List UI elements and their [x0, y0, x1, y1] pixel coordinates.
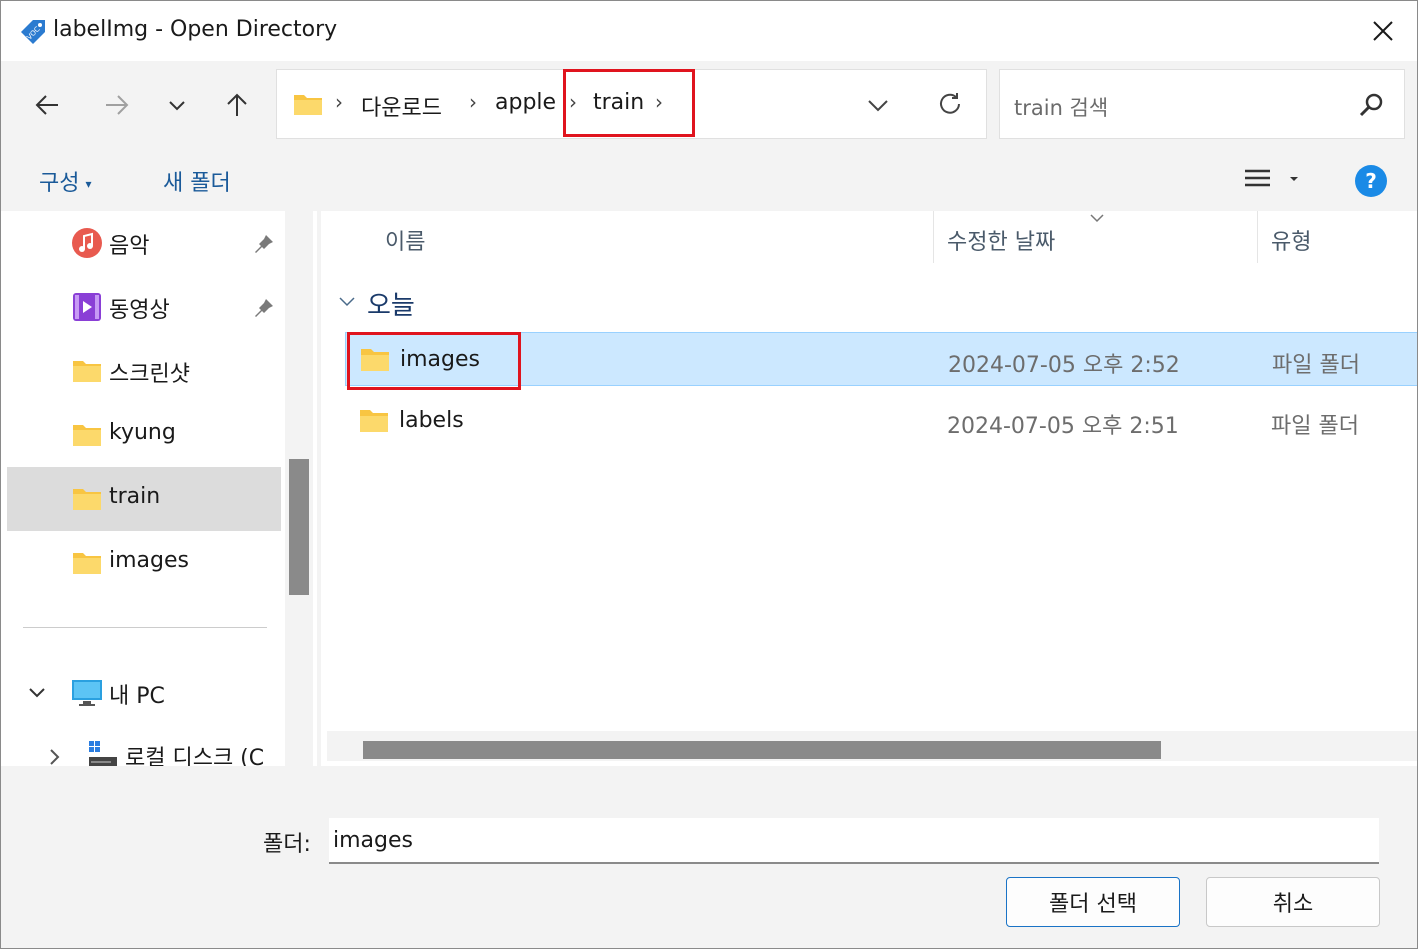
- close-button[interactable]: [1353, 11, 1413, 51]
- annotation-highlight-images: [347, 332, 521, 390]
- help-icon[interactable]: ?: [1355, 165, 1387, 197]
- sidebar-item-music[interactable]: 음악: [7, 211, 281, 275]
- refresh-icon[interactable]: [937, 91, 963, 117]
- sidebar-item-label: 로컬 디스크 (C: [125, 746, 265, 766]
- sidebar-item-videos[interactable]: 동영상: [7, 275, 281, 339]
- window-title: labelImg - Open Directory: [53, 17, 338, 42]
- chevron-down-icon[interactable]: [27, 685, 47, 701]
- arrow-right-icon: [106, 95, 129, 115]
- video-icon: [73, 293, 101, 321]
- list-item-labels[interactable]: labels 2024-07-05 오후 2:51 파일 폴더: [345, 394, 1417, 448]
- file-name: labels: [399, 408, 464, 433]
- horizontal-scrollbar[interactable]: [327, 731, 1417, 761]
- list-view-icon: [1245, 169, 1298, 187]
- monitor-icon: [72, 680, 102, 706]
- new-folder-button[interactable]: 새 폴더: [163, 165, 231, 197]
- annotation-highlight-breadcrumb: [563, 69, 695, 137]
- forward-button[interactable]: [95, 85, 139, 125]
- sidebar-item-label: train: [109, 484, 161, 509]
- sidebar-divider: [23, 627, 267, 628]
- dropdown-arrow-icon: ▾: [85, 177, 92, 191]
- navigation-pane: 음악 동영상 스크린샷 kyung train images 내 PC 로컬 디…: [1, 211, 317, 766]
- file-type: 파일 폴더: [1272, 353, 1360, 378]
- file-list-pane: 이름 수정한 날짜 유형 오늘 images 2024-07-05 오후 2:5…: [317, 211, 1417, 766]
- drive-icon: [89, 741, 117, 766]
- sidebar-item-label: 내 PC: [109, 684, 165, 709]
- column-header-date[interactable]: 수정한 날짜: [947, 224, 1055, 256]
- sidebar-scrollbar-thumb[interactable]: [289, 459, 309, 595]
- sidebar-item-label: 스크린샷: [109, 362, 190, 387]
- folder-icon: [73, 553, 101, 574]
- file-date: 2024-07-05 오후 2:52: [948, 353, 1180, 378]
- chevron-down-icon[interactable]: [337, 295, 357, 309]
- sort-indicator-icon: [1090, 214, 1104, 223]
- search-box[interactable]: train 검색: [999, 69, 1405, 139]
- file-date: 2024-07-05 오후 2:51: [947, 414, 1179, 439]
- sidebar-item-label: 동영상: [109, 298, 170, 323]
- view-options-button[interactable]: [1243, 167, 1303, 197]
- select-folder-button[interactable]: 폴더 선택: [1006, 877, 1180, 927]
- search-input[interactable]: train 검색: [1014, 92, 1108, 122]
- sidebar-item-kyung[interactable]: kyung: [7, 403, 281, 467]
- sidebar-item-images[interactable]: images: [7, 531, 281, 595]
- title-bar: VOC labelImg - Open Directory: [1, 1, 1417, 61]
- arrow-left-icon: [35, 95, 58, 115]
- folder-field-label: 폴더:: [263, 832, 311, 857]
- group-label: 오늘: [367, 291, 415, 321]
- back-button[interactable]: [25, 85, 69, 125]
- folder-icon: [73, 489, 101, 510]
- organize-label: 구성: [39, 171, 80, 196]
- open-directory-dialog: VOC labelImg - Open Directory › 다운로드 › a…: [0, 0, 1418, 949]
- breadcrumb-separator[interactable]: ›: [335, 90, 343, 114]
- close-icon: [1373, 21, 1393, 41]
- horizontal-scrollbar-thumb[interactable]: [363, 741, 1161, 759]
- cancel-button[interactable]: 취소: [1206, 877, 1380, 927]
- folder-name-input[interactable]: [329, 818, 1379, 864]
- column-divider[interactable]: [1257, 211, 1258, 263]
- column-header-type[interactable]: 유형: [1271, 224, 1311, 256]
- sidebar-item-local-disk[interactable]: 로컬 디스크 (C: [7, 723, 281, 766]
- up-button[interactable]: [215, 85, 259, 125]
- sidebar-item-label: images: [109, 548, 189, 573]
- organize-menu-button[interactable]: 구성 ▾: [39, 165, 92, 197]
- breadcrumb-apple[interactable]: apple: [495, 90, 556, 115]
- column-divider[interactable]: [933, 211, 934, 263]
- chevron-down-icon[interactable]: [867, 96, 889, 114]
- command-bar: 구성 ▾ 새 폴더 ?: [1, 149, 1417, 211]
- navigation-bar: › 다운로드 › apple › train › train 검색: [1, 61, 1417, 149]
- sidebar-item-this-pc[interactable]: 내 PC: [7, 661, 281, 725]
- folder-icon: [73, 425, 101, 446]
- breadcrumb-separator[interactable]: ›: [469, 90, 477, 114]
- column-header-name[interactable]: 이름: [385, 224, 425, 256]
- dialog-footer: 폴더: 폴더 선택 취소: [1, 766, 1417, 948]
- pin-icon[interactable]: [253, 297, 275, 319]
- recent-locations-button[interactable]: [155, 85, 199, 125]
- chevron-down-icon: [169, 101, 185, 111]
- folder-icon: [294, 95, 322, 115]
- labelimg-app-icon: VOC: [21, 20, 45, 44]
- file-type: 파일 폴더: [1271, 414, 1359, 439]
- chevron-right-icon[interactable]: [47, 747, 63, 766]
- arrow-up-icon: [227, 93, 247, 116]
- sidebar-item-train[interactable]: train: [7, 467, 281, 531]
- pin-icon[interactable]: [253, 233, 275, 255]
- breadcrumb-downloads[interactable]: 다운로드: [361, 90, 442, 122]
- sidebar-item-screenshots[interactable]: 스크린샷: [7, 339, 281, 403]
- search-icon[interactable]: [1358, 92, 1384, 118]
- sidebar-item-label: 음악: [109, 234, 150, 259]
- address-bar[interactable]: › 다운로드 › apple › train ›: [276, 69, 987, 139]
- sidebar-item-label: kyung: [109, 420, 176, 445]
- folder-icon: [360, 410, 388, 432]
- music-icon: [72, 228, 102, 258]
- folder-icon: [73, 361, 101, 382]
